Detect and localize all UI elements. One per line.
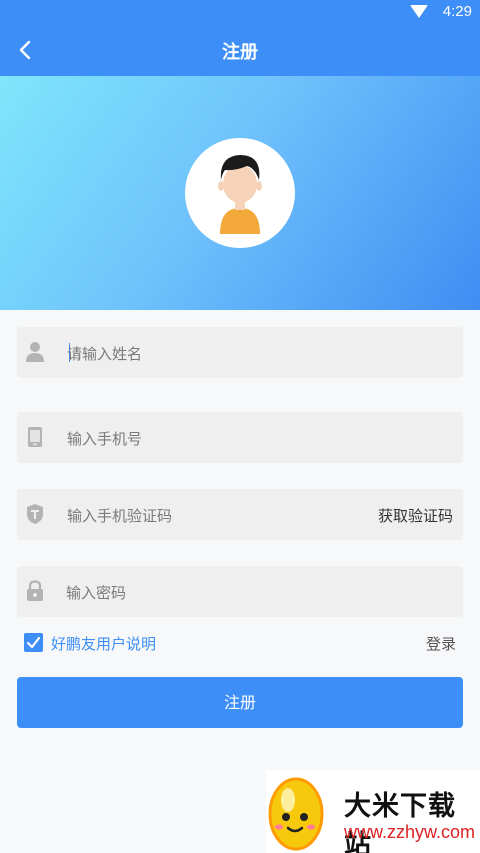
login-link[interactable]: 登录 [426, 633, 456, 654]
phone-input-placeholder: 输入手机号 [67, 430, 143, 448]
name-field[interactable]: 请输入姓名 [17, 327, 463, 378]
password-field[interactable]: 输入密码 [17, 566, 463, 617]
wifi-icon [410, 5, 428, 18]
password-input-placeholder: 输入密码 [66, 584, 127, 602]
header-banner [0, 76, 480, 310]
user-icon [26, 342, 44, 362]
watermark-url: www.zzhyw.com [344, 822, 476, 842]
code-input-placeholder: 输入手机验证码 [67, 507, 173, 525]
get-code-button[interactable]: 获取验证码 [378, 505, 453, 526]
avatar[interactable] [185, 138, 295, 248]
agreement-checkbox[interactable] [24, 633, 43, 652]
register-button[interactable]: 注册 [17, 677, 463, 728]
watermark: 大米下载站 www.zzhyw.com [266, 770, 480, 853]
page-title: 注册 [222, 42, 258, 63]
phone-field[interactable]: 输入手机号 [17, 412, 463, 463]
top-nav-bar: 注册 [0, 24, 480, 76]
agreement-link[interactable]: 好鹏友用户说明 [51, 633, 156, 654]
check-icon [26, 636, 41, 649]
status-bar: 4:29 [0, 0, 480, 24]
lock-icon [27, 580, 43, 601]
shield-icon [27, 504, 43, 524]
register-form: 请输入姓名 输入手机号 输入手机验证码 获取验证码 输入密码 好鹏友用户说明 登… [0, 310, 480, 780]
phone-icon [28, 427, 42, 447]
status-time: 4:29 [442, 3, 472, 20]
name-input-placeholder: 请输入姓名 [67, 345, 143, 363]
verification-code-field[interactable]: 输入手机验证码 获取验证码 [17, 489, 463, 540]
user-avatar-icon [218, 155, 262, 234]
watermark-logo-icon [268, 777, 324, 851]
